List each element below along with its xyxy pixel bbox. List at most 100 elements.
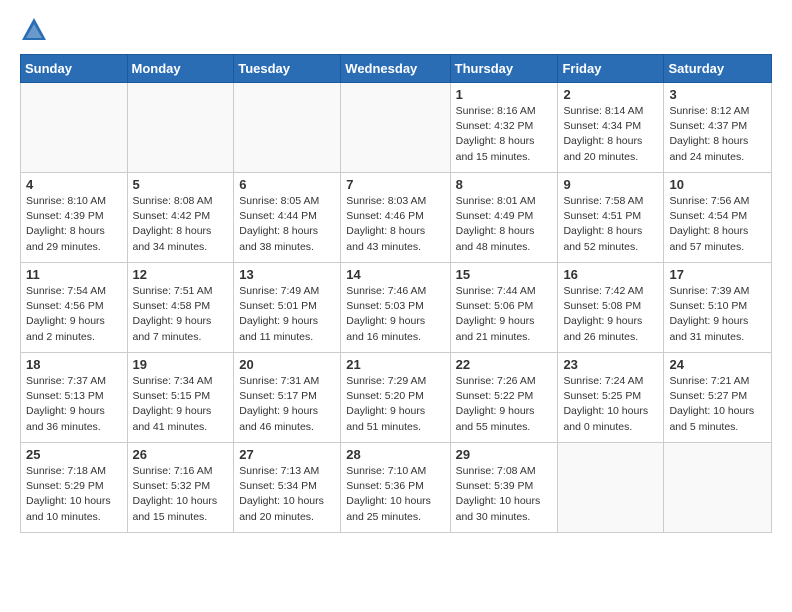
day-info: Sunrise: 8:10 AM Sunset: 4:39 PM Dayligh… [26, 194, 122, 255]
day-number: 24 [669, 357, 766, 372]
week-row-0: 1 Sunrise: 8:16 AM Sunset: 4:32 PM Daylig… [21, 83, 772, 173]
day-number: 5 [133, 177, 229, 192]
day-info: Sunrise: 7:39 AM Sunset: 5:10 PM Dayligh… [669, 284, 766, 345]
calendar-cell [127, 83, 234, 173]
day-info: Sunrise: 7:29 AM Sunset: 5:20 PM Dayligh… [346, 374, 444, 435]
calendar-cell: 1 Sunrise: 8:16 AM Sunset: 4:32 PM Daylig… [450, 83, 558, 173]
day-number: 25 [26, 447, 122, 462]
col-header-friday: Friday [558, 55, 664, 83]
day-info: Sunrise: 7:10 AM Sunset: 5:36 PM Dayligh… [346, 464, 444, 525]
calendar-table: SundayMondayTuesdayWednesdayThursdayFrid… [20, 54, 772, 533]
day-number: 7 [346, 177, 444, 192]
day-info: Sunrise: 8:01 AM Sunset: 4:49 PM Dayligh… [456, 194, 553, 255]
day-info: Sunrise: 8:16 AM Sunset: 4:32 PM Dayligh… [456, 104, 553, 165]
calendar-cell: 24 Sunrise: 7:21 AM Sunset: 5:27 PM Dayli… [664, 353, 772, 443]
day-info: Sunrise: 7:44 AM Sunset: 5:06 PM Dayligh… [456, 284, 553, 345]
day-number: 11 [26, 267, 122, 282]
week-row-3: 18 Sunrise: 7:37 AM Sunset: 5:13 PM Dayli… [21, 353, 772, 443]
week-row-1: 4 Sunrise: 8:10 AM Sunset: 4:39 PM Daylig… [21, 173, 772, 263]
day-info: Sunrise: 7:26 AM Sunset: 5:22 PM Dayligh… [456, 374, 553, 435]
day-info: Sunrise: 7:21 AM Sunset: 5:27 PM Dayligh… [669, 374, 766, 435]
day-number: 27 [239, 447, 335, 462]
day-number: 16 [563, 267, 658, 282]
day-number: 20 [239, 357, 335, 372]
calendar-cell: 8 Sunrise: 8:01 AM Sunset: 4:49 PM Daylig… [450, 173, 558, 263]
day-info: Sunrise: 7:34 AM Sunset: 5:15 PM Dayligh… [133, 374, 229, 435]
day-info: Sunrise: 7:24 AM Sunset: 5:25 PM Dayligh… [563, 374, 658, 435]
calendar-cell: 14 Sunrise: 7:46 AM Sunset: 5:03 PM Dayli… [341, 263, 450, 353]
calendar-cell: 15 Sunrise: 7:44 AM Sunset: 5:06 PM Dayli… [450, 263, 558, 353]
day-info: Sunrise: 8:05 AM Sunset: 4:44 PM Dayligh… [239, 194, 335, 255]
page-header [20, 16, 772, 44]
calendar-cell: 5 Sunrise: 8:08 AM Sunset: 4:42 PM Daylig… [127, 173, 234, 263]
day-info: Sunrise: 7:42 AM Sunset: 5:08 PM Dayligh… [563, 284, 658, 345]
day-number: 14 [346, 267, 444, 282]
day-info: Sunrise: 7:46 AM Sunset: 5:03 PM Dayligh… [346, 284, 444, 345]
day-info: Sunrise: 7:16 AM Sunset: 5:32 PM Dayligh… [133, 464, 229, 525]
col-header-wednesday: Wednesday [341, 55, 450, 83]
calendar-cell: 6 Sunrise: 8:05 AM Sunset: 4:44 PM Daylig… [234, 173, 341, 263]
logo [20, 16, 52, 44]
calendar-cell: 13 Sunrise: 7:49 AM Sunset: 5:01 PM Dayli… [234, 263, 341, 353]
calendar-cell: 17 Sunrise: 7:39 AM Sunset: 5:10 PM Dayli… [664, 263, 772, 353]
calendar-cell: 12Sunrise: 7:51 AM Sunset: 4:58 PM Dayli… [127, 263, 234, 353]
calendar-cell: 4 Sunrise: 8:10 AM Sunset: 4:39 PM Daylig… [21, 173, 128, 263]
day-number: 6 [239, 177, 335, 192]
calendar-cell: 2 Sunrise: 8:14 AM Sunset: 4:34 PM Daylig… [558, 83, 664, 173]
calendar-cell: 23 Sunrise: 7:24 AM Sunset: 5:25 PM Dayli… [558, 353, 664, 443]
day-number: 9 [563, 177, 658, 192]
calendar-cell: 11 Sunrise: 7:54 AM Sunset: 4:56 PM Dayli… [21, 263, 128, 353]
day-info: Sunrise: 8:14 AM Sunset: 4:34 PM Dayligh… [563, 104, 658, 165]
col-header-saturday: Saturday [664, 55, 772, 83]
day-number: 28 [346, 447, 444, 462]
day-number: 15 [456, 267, 553, 282]
col-header-thursday: Thursday [450, 55, 558, 83]
day-number: 8 [456, 177, 553, 192]
calendar-cell: 27 Sunrise: 7:13 AM Sunset: 5:34 PM Dayli… [234, 443, 341, 533]
logo-icon [20, 16, 48, 44]
day-number: 1 [456, 87, 553, 102]
day-number: 3 [669, 87, 766, 102]
calendar-cell: 26 Sunrise: 7:16 AM Sunset: 5:32 PM Dayli… [127, 443, 234, 533]
calendar-cell: 9 Sunrise: 7:58 AM Sunset: 4:51 PM Daylig… [558, 173, 664, 263]
day-info: Sunrise: 7:08 AM Sunset: 5:39 PM Dayligh… [456, 464, 553, 525]
calendar-cell: 19 Sunrise: 7:34 AM Sunset: 5:15 PM Dayli… [127, 353, 234, 443]
day-info: Sunrise: 7:56 AM Sunset: 4:54 PM Dayligh… [669, 194, 766, 255]
calendar-cell: 28 Sunrise: 7:10 AM Sunset: 5:36 PM Dayli… [341, 443, 450, 533]
day-number: 4 [26, 177, 122, 192]
day-number: 18 [26, 357, 122, 372]
day-number: 29 [456, 447, 553, 462]
day-number: 21 [346, 357, 444, 372]
calendar-cell: 25 Sunrise: 7:18 AM Sunset: 5:29 PM Dayli… [21, 443, 128, 533]
day-info: Sunrise: 7:51 AM Sunset: 4:58 PM Dayligh… [133, 284, 229, 345]
calendar-cell: 16 Sunrise: 7:42 AM Sunset: 5:08 PM Dayli… [558, 263, 664, 353]
week-row-4: 25 Sunrise: 7:18 AM Sunset: 5:29 PM Dayli… [21, 443, 772, 533]
day-number: 10 [669, 177, 766, 192]
day-info: Sunrise: 7:58 AM Sunset: 4:51 PM Dayligh… [563, 194, 658, 255]
calendar-cell: 18 Sunrise: 7:37 AM Sunset: 5:13 PM Dayli… [21, 353, 128, 443]
calendar-cell: 7 Sunrise: 8:03 AM Sunset: 4:46 PM Daylig… [341, 173, 450, 263]
day-info: Sunrise: 8:12 AM Sunset: 4:37 PM Dayligh… [669, 104, 766, 165]
day-number: 2 [563, 87, 658, 102]
col-header-tuesday: Tuesday [234, 55, 341, 83]
day-info: Sunrise: 7:37 AM Sunset: 5:13 PM Dayligh… [26, 374, 122, 435]
calendar-cell: 3 Sunrise: 8:12 AM Sunset: 4:37 PM Daylig… [664, 83, 772, 173]
day-number: 17 [669, 267, 766, 282]
calendar-cell: 29 Sunrise: 7:08 AM Sunset: 5:39 PM Dayli… [450, 443, 558, 533]
day-info: Sunrise: 7:13 AM Sunset: 5:34 PM Dayligh… [239, 464, 335, 525]
day-number: 26 [133, 447, 229, 462]
day-info: Sunrise: 8:03 AM Sunset: 4:46 PM Dayligh… [346, 194, 444, 255]
day-info: Sunrise: 7:18 AM Sunset: 5:29 PM Dayligh… [26, 464, 122, 525]
day-number: 13 [239, 267, 335, 282]
calendar-cell [664, 443, 772, 533]
calendar-cell [234, 83, 341, 173]
col-header-sunday: Sunday [21, 55, 128, 83]
calendar-cell [558, 443, 664, 533]
calendar-cell: 10 Sunrise: 7:56 AM Sunset: 4:54 PM Dayli… [664, 173, 772, 263]
day-number: 22 [456, 357, 553, 372]
day-info: Sunrise: 8:08 AM Sunset: 4:42 PM Dayligh… [133, 194, 229, 255]
day-number: 23 [563, 357, 658, 372]
day-info: Sunrise: 7:54 AM Sunset: 4:56 PM Dayligh… [26, 284, 122, 345]
day-number: 19 [133, 357, 229, 372]
day-info: Sunrise: 7:49 AM Sunset: 5:01 PM Dayligh… [239, 284, 335, 345]
